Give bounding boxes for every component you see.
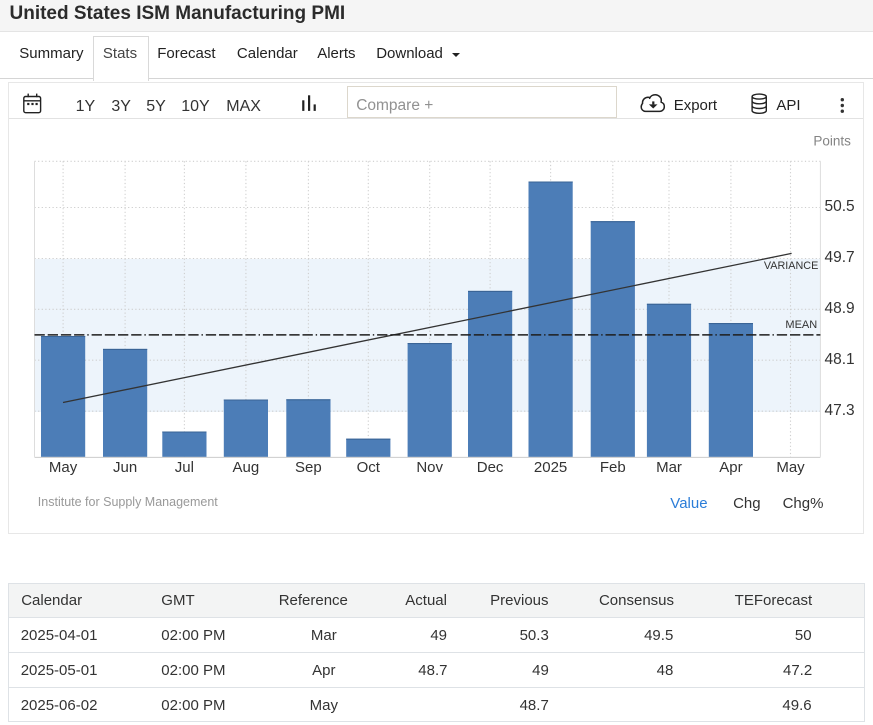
- svg-text:Nov: Nov: [416, 459, 443, 476]
- svg-text:May: May: [49, 459, 78, 476]
- svg-text:Apr: Apr: [719, 459, 742, 476]
- svg-text:Sep: Sep: [295, 459, 322, 476]
- svg-text:VARIANCE: VARIANCE: [764, 260, 818, 272]
- svg-text:Feb: Feb: [600, 459, 626, 476]
- svg-text:Jul: Jul: [175, 459, 194, 476]
- svg-text:MEAN: MEAN: [785, 319, 817, 331]
- svg-text:Points: Points: [813, 133, 851, 148]
- svg-text:Aug: Aug: [233, 459, 260, 476]
- svg-text:50.5: 50.5: [825, 198, 855, 215]
- svg-text:May: May: [776, 459, 805, 476]
- svg-text:Mar: Mar: [656, 459, 682, 476]
- svg-text:Dec: Dec: [477, 459, 504, 476]
- svg-text:2025: 2025: [534, 459, 567, 476]
- svg-text:49.7: 49.7: [825, 249, 855, 266]
- svg-text:Jun: Jun: [113, 459, 137, 476]
- svg-text:48.9: 48.9: [825, 300, 855, 317]
- svg-text:47.3: 47.3: [825, 402, 855, 419]
- svg-text:Oct: Oct: [357, 459, 381, 476]
- svg-text:48.1: 48.1: [825, 351, 855, 368]
